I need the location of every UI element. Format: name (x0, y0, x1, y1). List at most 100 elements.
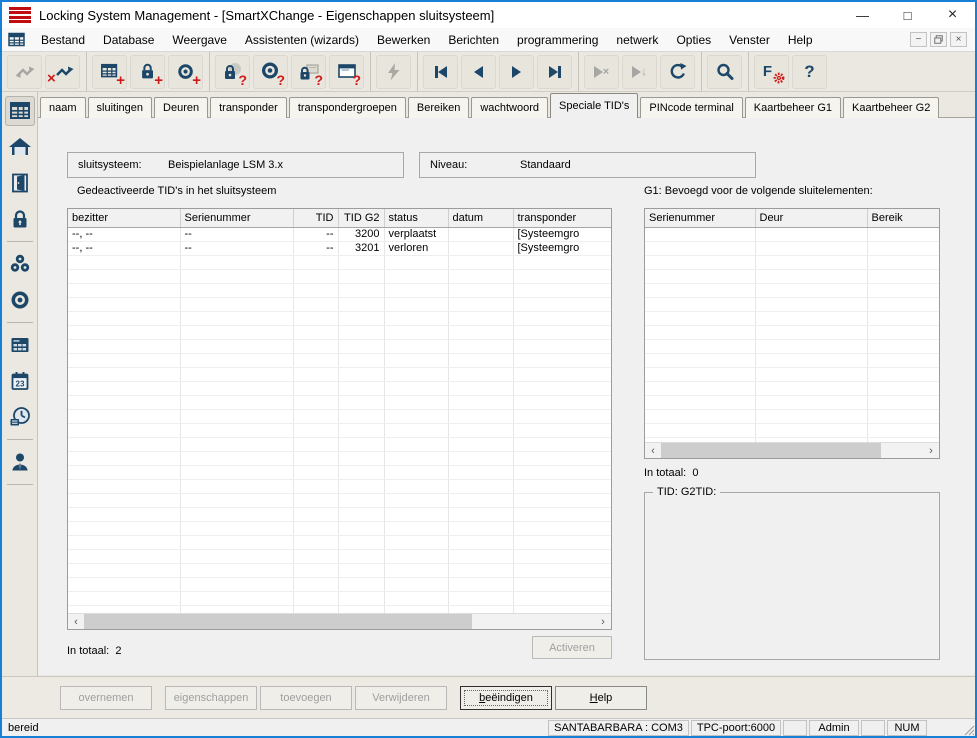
app-logo-icon (9, 7, 31, 23)
tab-naam[interactable]: naam (40, 97, 86, 118)
col-tid-g2[interactable]: TID G2 (338, 209, 385, 228)
tab-sluitingen[interactable]: sluitingen (87, 97, 153, 118)
menu-netwerk[interactable]: netwerk (607, 29, 667, 51)
col-datum[interactable]: datum (448, 209, 514, 228)
tab-wachtwoord[interactable]: wachtwoord (471, 97, 549, 118)
verwijderen-button[interactable]: Verwijderen (355, 686, 447, 710)
activeren-button[interactable]: Activeren (532, 636, 612, 659)
remove-record-button[interactable]: × (584, 54, 619, 89)
help-footer-button[interactable]: Help (555, 686, 647, 710)
resize-grip[interactable] (961, 720, 975, 736)
scrollbar-thumb[interactable] (84, 614, 473, 629)
mdi-minimize-button[interactable]: − (910, 32, 927, 47)
menu-opties[interactable]: Opties (667, 29, 720, 51)
tab-transponder[interactable]: transponder (210, 97, 287, 118)
menu-berichten[interactable]: Berichten (439, 29, 508, 51)
minimize-button[interactable]: — (840, 2, 885, 28)
scroll-right-icon[interactable]: › (595, 615, 611, 629)
read-window-button[interactable]: ? (329, 54, 364, 89)
sidebar-home-button[interactable] (5, 132, 35, 162)
menu-bestand[interactable]: Bestand (32, 29, 94, 51)
col-status[interactable]: status (384, 209, 449, 228)
mdi-close-button[interactable]: × (950, 32, 967, 47)
sidebar-calendar-button[interactable]: 23 (5, 366, 35, 396)
empty-table-row (645, 395, 939, 410)
empty-table-row (68, 479, 611, 494)
overnemen-button[interactable]: overnemen (60, 686, 152, 710)
col-transponder[interactable]: transponder (513, 209, 611, 228)
maximize-button[interactable]: □ (885, 2, 930, 28)
beeindigen-rest: eëindigen (485, 692, 533, 704)
filter-settings-button[interactable]: F (754, 54, 789, 89)
menu-assistenten[interactable]: Assistenten (wizards) (236, 29, 368, 51)
search-button[interactable] (707, 54, 742, 89)
read-g1-lock-button[interactable]: ? (291, 54, 326, 89)
tab-kaartbeheer-g1[interactable]: Kaartbeheer G1 (744, 97, 842, 118)
transponder-icon (11, 291, 28, 309)
new-locking-system-button[interactable]: + (92, 54, 127, 89)
tab-deuren[interactable]: Deuren (154, 97, 209, 118)
col-bezitter[interactable]: bezitter (68, 209, 181, 228)
goto-record-button[interactable]: ↓ (622, 54, 657, 89)
empty-table-row (645, 381, 939, 396)
sidebar-divider (6, 439, 33, 440)
table-row[interactable]: --, -- -- -- 3201 verloren [Systeemgro (68, 241, 611, 256)
disconnect-button[interactable]: × (45, 54, 80, 89)
tab-speciale-tids[interactable]: Speciale TID's (550, 93, 639, 118)
sidebar-time-zones-button[interactable] (5, 402, 35, 432)
table-row[interactable]: --, -- -- -- 3200 verplaatst [Systeemgro (68, 227, 611, 242)
new-lock-button[interactable]: + (130, 54, 165, 89)
level-field: Niveau: Standaard (419, 152, 756, 178)
read-transponder-button[interactable]: ? (253, 54, 288, 89)
menu-weergave[interactable]: Weergave (163, 29, 235, 51)
scroll-left-icon[interactable]: ‹ (645, 444, 661, 458)
sidebar-schedule-button[interactable] (5, 330, 35, 360)
menu-programmering[interactable]: programmering (508, 29, 607, 51)
tab-bereiken[interactable]: Bereiken (407, 97, 470, 118)
last-record-button[interactable] (537, 54, 572, 89)
matrix-icon (9, 102, 30, 119)
col-serienummer[interactable]: Serienummer (180, 209, 294, 228)
menu-help[interactable]: Help (779, 29, 822, 51)
sidebar-door-button[interactable] (5, 168, 35, 198)
eigenschappen-button[interactable]: eigenschappen (165, 686, 257, 710)
close-button[interactable]: × (930, 2, 975, 28)
new-transponder-button[interactable]: + (168, 54, 203, 89)
col-tid[interactable]: TID (293, 209, 339, 228)
col-deur[interactable]: Deur (755, 209, 868, 228)
first-record-button[interactable] (423, 54, 458, 89)
empty-table-row (68, 339, 611, 354)
tab-pincode-terminal[interactable]: PINcode terminal (640, 97, 743, 118)
menu-venster[interactable]: Venster (720, 29, 779, 51)
tab-transpondergroepen[interactable]: transpondergroepen (288, 97, 406, 118)
mdi-restore-button[interactable] (930, 32, 947, 47)
next-record-button[interactable] (499, 54, 534, 89)
sidebar-user-button[interactable] (5, 447, 35, 477)
sidebar-transponder-button[interactable] (5, 285, 35, 315)
col-bereik[interactable]: Bereik (867, 209, 939, 228)
menu-bewerken[interactable]: Bewerken (368, 29, 439, 51)
toevoegen-button[interactable]: toevoegen (260, 686, 352, 710)
question-overlay: ? (276, 71, 285, 88)
question-overlay: ? (238, 71, 247, 88)
status-text: bereid (8, 721, 39, 734)
program-button[interactable] (376, 54, 411, 89)
tab-kaartbeheer-g2[interactable]: Kaartbeheer G2 (843, 97, 940, 118)
read-lock-button[interactable]: ? (215, 54, 250, 89)
previous-record-button[interactable] (461, 54, 496, 89)
beeindigen-button[interactable]: beëindigen (460, 686, 552, 710)
scroll-right-icon[interactable]: › (923, 444, 939, 458)
help-button[interactable]: ? (792, 54, 827, 89)
horizontal-scrollbar[interactable]: ‹ › (68, 613, 611, 629)
horizontal-scrollbar[interactable]: ‹ › (645, 442, 939, 458)
sidebar-matrix-button[interactable] (4, 96, 35, 126)
col-serienummer[interactable]: Serienummer (645, 209, 756, 228)
sidebar-transponder-groups-button[interactable] (5, 249, 35, 279)
refresh-button[interactable] (660, 54, 695, 89)
right-total-label: In totaal: (644, 467, 687, 479)
scroll-left-icon[interactable]: ‹ (68, 615, 84, 629)
menu-database[interactable]: Database (94, 29, 163, 51)
scrollbar-thumb[interactable] (661, 443, 882, 458)
sidebar-lock-button[interactable] (5, 204, 35, 234)
sync-arrows-button[interactable] (7, 54, 42, 89)
